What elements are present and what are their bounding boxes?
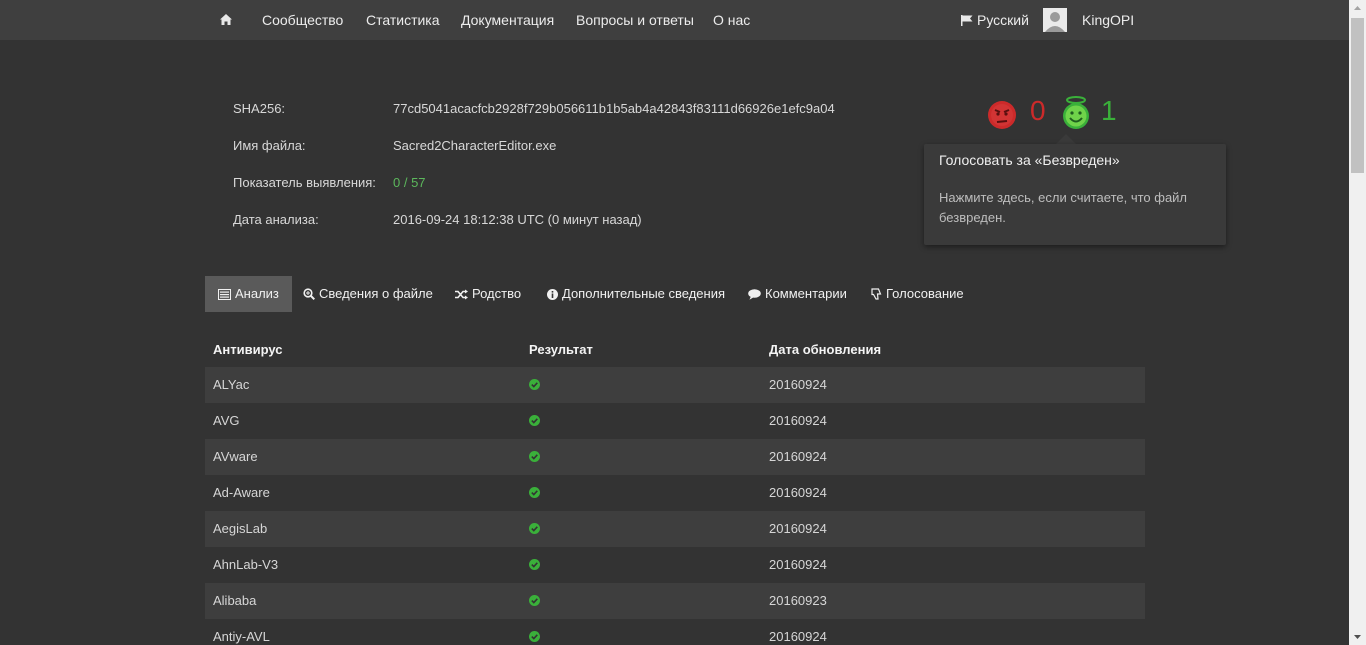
antivirus-name: AegisLab [213, 521, 268, 536]
scroll-down-arrow-icon[interactable] [1349, 628, 1366, 645]
language-selector[interactable]: Русский [961, 0, 1029, 40]
nav-documentation[interactable]: Документация [461, 0, 554, 40]
avatar[interactable] [1043, 8, 1067, 32]
top-navbar: Сообщество Статистика Документация Вопро… [0, 0, 1349, 40]
check-circle-icon [529, 415, 540, 426]
harmless-vote-icon[interactable] [1061, 96, 1091, 130]
scroll-up-arrow-icon[interactable] [1349, 0, 1366, 17]
antivirus-name: AVG [213, 413, 240, 428]
user-silhouette-icon [1045, 12, 1065, 32]
shuffle-icon [455, 289, 468, 300]
list-icon [218, 289, 231, 300]
filename-value: Sacred2CharacterEditor.exe [393, 138, 557, 153]
check-circle-icon [529, 379, 540, 390]
table-row: ALYac 20160924 [205, 367, 1145, 403]
update-date: 20160924 [769, 521, 827, 536]
update-date: 20160924 [769, 485, 827, 500]
sha256-label: SHA256: [233, 101, 286, 116]
thumbs-down-icon [871, 288, 882, 300]
detection-ratio-value: 0 / 57 [393, 175, 426, 190]
tab-comments[interactable]: Комментарии [748, 276, 847, 312]
check-circle-icon [529, 631, 540, 642]
username-link[interactable]: KingOPI [1082, 0, 1134, 40]
antivirus-name: Alibaba [213, 593, 257, 608]
update-date: 20160924 [769, 557, 827, 572]
antivirus-name: ALYac [213, 377, 250, 392]
table-row: AegisLab 20160924 [205, 511, 1145, 547]
home-icon[interactable] [220, 14, 232, 25]
check-circle-icon [529, 451, 540, 462]
column-header-antivirus: Антивирус [213, 342, 283, 357]
vertical-scrollbar[interactable] [1349, 0, 1366, 645]
harmless-vote-tooltip: Голосовать за «Безвреден» Нажмите здесь,… [924, 144, 1226, 245]
table-row: AVG 20160924 [205, 403, 1145, 439]
update-date: 20160924 [769, 629, 827, 644]
column-header-update-date: Дата обновления [769, 342, 882, 357]
check-circle-icon [529, 487, 540, 498]
language-label: Русский [977, 12, 1029, 28]
column-header-result: Результат [529, 342, 593, 357]
tooltip-title: Голосовать за «Безвреден» [939, 152, 1120, 168]
antivirus-name: Ad-Aware [213, 485, 270, 500]
tab-label: Дополнительные сведения [562, 286, 726, 301]
update-date: 20160924 [769, 413, 827, 428]
tab-analysis[interactable]: Анализ [205, 276, 292, 312]
tab-label: Сведения о файле [319, 286, 433, 301]
malicious-vote-icon[interactable] [987, 96, 1017, 130]
tooltip-body: Нажмите здесь, если считаете, что файл б… [939, 190, 1188, 225]
info-icon [547, 289, 558, 300]
nav-faq[interactable]: Вопросы и ответы [576, 0, 694, 40]
filename-label: Имя файла: [233, 138, 306, 153]
antivirus-name: AhnLab-V3 [213, 557, 279, 572]
check-circle-icon [529, 595, 540, 606]
update-date: 20160924 [769, 377, 827, 392]
antivirus-name: AVware [213, 449, 258, 464]
comment-icon [748, 289, 761, 300]
tab-file-details[interactable]: Сведения о файле [303, 276, 433, 312]
antivirus-name: Antiy-AVL [213, 629, 270, 644]
scrollbar-thumb[interactable] [1351, 18, 1364, 173]
zoom-icon [303, 288, 316, 301]
table-row: AVware 20160924 [205, 439, 1145, 475]
table-row: Alibaba 20160923 [205, 583, 1145, 619]
nav-about[interactable]: О нас [713, 0, 750, 40]
tab-label: Голосование [886, 286, 964, 301]
sha256-value: 77cd5041acacfcb2928f729b056611b1b5ab4a42… [393, 101, 835, 116]
table-row: Ad-Aware 20160924 [205, 475, 1145, 511]
check-circle-icon [529, 559, 540, 570]
table-row: Antiy-AVL 20160924 [205, 619, 1145, 645]
table-row: AhnLab-V3 20160924 [205, 547, 1145, 583]
malicious-vote-count: 0 [1030, 95, 1046, 126]
tab-relationships[interactable]: Родство [455, 276, 521, 312]
analysis-date-value: 2016-09-24 18:12:38 UTC (0 минут назад) [393, 212, 642, 227]
update-date: 20160924 [769, 449, 827, 464]
tab-label: Родство [472, 286, 522, 301]
tab-additional-info[interactable]: Дополнительные сведения [547, 276, 725, 312]
tooltip-arrow [1056, 134, 1076, 144]
nav-statistics[interactable]: Статистика [366, 0, 440, 40]
tab-label: Комментарии [765, 286, 847, 301]
tab-votes[interactable]: Голосование [871, 276, 964, 312]
nav-community[interactable]: Сообщество [262, 0, 343, 40]
analysis-date-label: Дата анализа: [233, 212, 319, 227]
tab-label: Анализ [235, 286, 279, 301]
harmless-vote-count: 1 [1101, 95, 1117, 126]
detection-ratio-label: Показатель выявления: [233, 175, 376, 190]
flag-icon [961, 15, 973, 26]
check-circle-icon [529, 523, 540, 534]
update-date: 20160923 [769, 593, 827, 608]
